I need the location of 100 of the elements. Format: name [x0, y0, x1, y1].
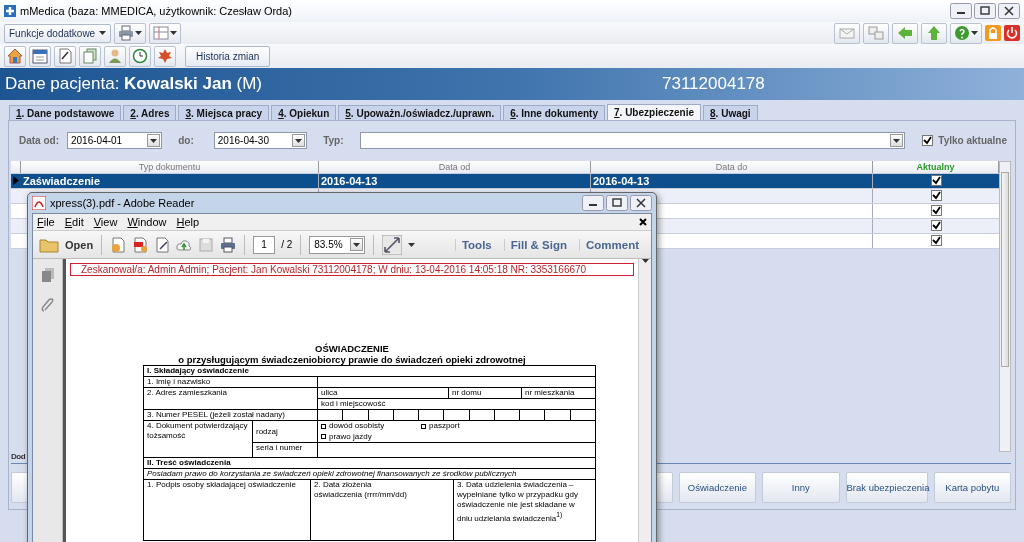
- checkbox[interactable]: [930, 190, 942, 202]
- help-button[interactable]: [950, 22, 982, 44]
- caret-icon: [170, 31, 178, 35]
- tab[interactable]: 4. Opiekun: [271, 105, 337, 121]
- caret-icon: [99, 31, 107, 35]
- scan-stamp: Zeskanował/a: Admin Admin; Pacjent: Jan Kowalski 73112004178; W dniu: 13-04-2016 14:05:18 NR: 3353166670: [70, 263, 634, 276]
- date-from-label: Data od:: [19, 135, 59, 147]
- calendar-icon: [32, 48, 48, 64]
- document-icon: [110, 236, 127, 253]
- option-label: prawo jazdy: [329, 431, 372, 442]
- clock-button[interactable]: [129, 45, 151, 67]
- functions-dropdown[interactable]: Funkcje dodatkowe: [4, 23, 112, 43]
- calendar-button[interactable]: [29, 45, 51, 67]
- tab[interactable]: 2. Adres: [123, 105, 177, 121]
- checkbox[interactable]: [922, 135, 934, 147]
- table-cell: 2016-04-13: [319, 173, 591, 188]
- printer-icon: [118, 25, 135, 41]
- scrollbar[interactable]: [638, 259, 651, 542]
- app-icon: [4, 5, 16, 17]
- menu-item[interactable]: Help: [176, 216, 200, 228]
- action-button[interactable]: Inny: [762, 472, 840, 503]
- minimize-icon[interactable]: [582, 195, 604, 211]
- mail-icon: [839, 25, 855, 41]
- column-header: Data od: [319, 160, 591, 173]
- docs-button[interactable]: [79, 45, 101, 67]
- menu-item[interactable]: Window: [127, 216, 167, 228]
- left-button[interactable]: [892, 22, 918, 44]
- pages-icon: [39, 267, 56, 283]
- pdf-icon: [32, 196, 46, 210]
- form-label: kod i miejscowość: [318, 399, 595, 409]
- form-statement: Posiadam prawo do korzystania ze świadczeń opieki zdrowotnej finansowanych ze środków publicznych: [144, 469, 595, 479]
- window-title: xpress(3).pdf - Adobe Reader: [50, 197, 196, 209]
- open-button[interactable]: Open: [39, 236, 94, 253]
- pdf-file-icon: [132, 236, 149, 253]
- tab[interactable]: 5. Upoważn./oświadcz./uprawn.: [338, 105, 502, 121]
- type-label: Typ:: [323, 135, 344, 147]
- toolbar-link[interactable]: Comment: [578, 238, 645, 251]
- date-to-field[interactable]: 2016-04-30: [213, 132, 308, 150]
- checkbox[interactable]: [930, 175, 942, 187]
- restore-icon[interactable]: [606, 195, 628, 211]
- clock-icon: [132, 48, 148, 64]
- checkbox[interactable]: [321, 423, 326, 429]
- lock-icon: [985, 25, 1001, 41]
- document-title: OŚWIADCZENIE: [314, 343, 390, 354]
- scrollbar[interactable]: [999, 160, 1011, 452]
- action-button[interactable]: Oświadczenie: [678, 472, 757, 503]
- checkbox[interactable]: [321, 434, 326, 440]
- checkbox[interactable]: [930, 235, 942, 247]
- form-label: ulica: [318, 388, 448, 398]
- left-arrow-icon: [897, 25, 913, 41]
- person-button[interactable]: [104, 45, 126, 67]
- tab[interactable]: 6. Inne dokumenty: [503, 105, 605, 121]
- tab[interactable]: 3. Miejsca pracy: [178, 105, 270, 121]
- type-field[interactable]: [359, 132, 906, 150]
- caret-icon: [408, 242, 416, 247]
- checkbox[interactable]: [930, 220, 942, 232]
- tab[interactable]: 7. Ubezpieczenie: [607, 104, 702, 120]
- table-cell: 2016-04-13: [591, 173, 873, 188]
- leaf-button[interactable]: [154, 45, 176, 67]
- toolbar-link[interactable]: Fill & Sign: [503, 238, 573, 251]
- table-cell: Zaświadczenie: [21, 173, 319, 188]
- print-button[interactable]: [114, 22, 147, 44]
- menu-item[interactable]: File: [37, 216, 55, 228]
- note-button[interactable]: [54, 45, 76, 67]
- paperclip-icon: [39, 297, 56, 313]
- leaf-icon: [157, 48, 173, 64]
- date-from-field[interactable]: 2016-04-01: [67, 132, 163, 150]
- row-pointer-icon: [13, 176, 19, 186]
- close-icon[interactable]: [639, 218, 647, 226]
- layout-button[interactable]: [149, 22, 182, 44]
- form-label: 1. Imię i nazwisko: [144, 377, 317, 387]
- form-label: 4. Dokument potwierdzający tożsamość: [144, 421, 252, 457]
- print-icon: [220, 236, 237, 253]
- caret-icon: [135, 31, 143, 35]
- history-button[interactable]: Historia zmian: [185, 45, 271, 67]
- menu-item[interactable]: Edit: [64, 216, 84, 228]
- zoom-field[interactable]: 83.5%: [309, 235, 366, 254]
- form-label: 3. Numer PESEL (jeżeli został nadany): [144, 410, 317, 420]
- power-icon: [1004, 25, 1020, 41]
- restore-icon[interactable]: [974, 3, 996, 19]
- tab[interactable]: 8. Uwagi: [703, 105, 758, 121]
- page-field[interactable]: 1: [253, 235, 276, 254]
- action-button[interactable]: Brak ubezpieczenia: [845, 472, 928, 503]
- tab[interactable]: 1. Dane podstawowe: [9, 105, 122, 121]
- caret-icon: [295, 138, 303, 143]
- home-button[interactable]: [4, 45, 26, 67]
- checkbox[interactable]: [421, 423, 426, 429]
- minimize-icon[interactable]: [950, 3, 972, 19]
- person-icon: [107, 48, 123, 64]
- toolbar-link[interactable]: Tools: [454, 238, 498, 251]
- edit-icon: [154, 236, 171, 253]
- option-label: dowód osobisty: [329, 421, 385, 432]
- menu-item[interactable]: View: [93, 216, 118, 228]
- action-button[interactable]: Karta pobytu: [933, 472, 1011, 503]
- form-label: rodzaj: [253, 421, 317, 442]
- close-icon[interactable]: [998, 3, 1020, 19]
- close-icon[interactable]: [630, 195, 652, 211]
- form-section-title: II. Treść oświadczenia: [144, 458, 595, 468]
- checkbox[interactable]: [930, 205, 942, 217]
- caret-icon: [971, 31, 978, 35]
